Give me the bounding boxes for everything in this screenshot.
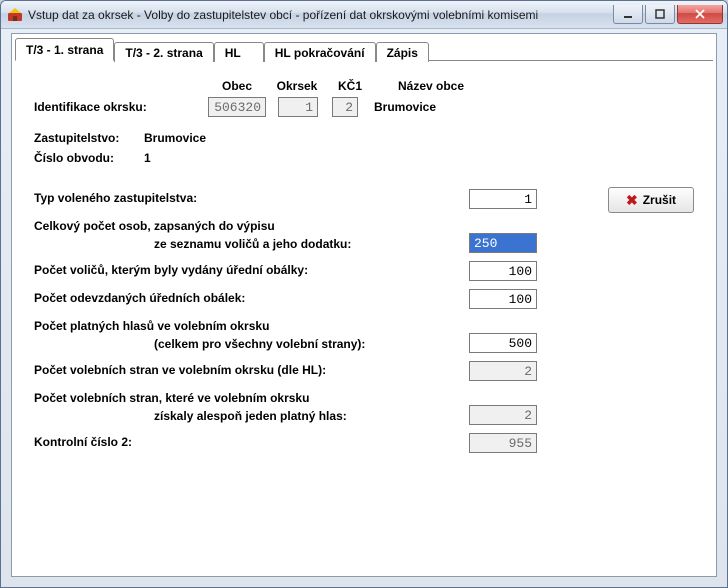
row-osoby: Celkový počet osob, zapsaných do výpisu … — [34, 217, 694, 253]
maximize-button[interactable] — [645, 5, 675, 24]
zast-label: Zastupitelstvo: — [34, 131, 144, 145]
kc2-label: Kontrolní číslo 2: — [34, 433, 469, 451]
minimize-button[interactable] — [613, 5, 643, 24]
obalky-odevzdane-label: Počet odevzdaných úředních obálek: — [34, 289, 469, 307]
titlebar[interactable]: Vstup dat za okrsek - Volby do zastupite… — [1, 1, 727, 29]
app-icon — [7, 7, 23, 23]
typ-field[interactable] — [469, 189, 537, 209]
row-kc2: Kontrolní číslo 2: — [34, 433, 694, 453]
row-obalky-odevzdane: Počet odevzdaných úředních obálek: — [34, 289, 694, 309]
hdr-okrsek: Okrsek — [268, 79, 326, 93]
row-strany-hl: Počet volebních stran ve volebním okrsku… — [34, 361, 694, 381]
header-row: Obec Okrsek KČ1 Název obce — [206, 79, 694, 93]
tab-hl-pokr[interactable]: HL pokračování — [264, 42, 376, 62]
typ-label: Typ voleného zastupitelstva: — [34, 189, 469, 207]
obalky-vydane-label: Počet voličů, kterým byly vydány úřední … — [34, 261, 469, 279]
tab-t3-2[interactable]: T/3 - 2. strana — [114, 42, 213, 62]
hlasy-label: Počet platných hlasů ve volebním okrsku … — [34, 317, 469, 353]
client-area: T/3 - 1. strana T/3 - 2. strana HL HL po… — [11, 33, 717, 577]
window-controls — [613, 5, 723, 24]
obvod-row: Číslo obvodu: 1 — [34, 151, 694, 165]
zast-row: Zastupitelstvo: Brumovice — [34, 131, 694, 145]
page-content: Obec Okrsek KČ1 Název obce Identifikace … — [12, 61, 716, 471]
okrsek-field — [278, 97, 318, 117]
row-strany-hlas: Počet volebních stran, které ve volebním… — [34, 389, 694, 425]
zast-value: Brumovice — [144, 131, 206, 145]
obalky-vydane-field[interactable] — [469, 261, 537, 281]
hdr-obec: Obec — [206, 79, 268, 93]
obalky-odevzdane-field[interactable] — [469, 289, 537, 309]
app-window: Vstup dat za okrsek - Volby do zastupite… — [0, 0, 728, 588]
strany-hl-field — [469, 361, 537, 381]
window-title: Vstup dat za okrsek - Volby do zastupite… — [28, 8, 613, 22]
hlasy-field[interactable] — [469, 333, 537, 353]
osoby-field[interactable] — [469, 233, 537, 253]
hdr-kc1: KČ1 — [326, 79, 374, 93]
strany-hlas-field — [469, 405, 537, 425]
ident-row: Identifikace okrsku: Brumovice — [34, 97, 694, 117]
row-hlasy: Počet platných hlasů ve volebním okrsku … — [34, 317, 694, 353]
kc2-field — [469, 433, 537, 453]
cancel-x-icon: ✖ — [626, 192, 638, 209]
tab-bar: T/3 - 1. strana T/3 - 2. strana HL HL po… — [12, 34, 716, 60]
kc1-field — [332, 97, 358, 117]
hdr-nazev: Název obce — [374, 79, 484, 93]
close-button[interactable] — [677, 5, 723, 24]
row-typ: Typ voleného zastupitelstva: — [34, 189, 694, 209]
ident-label: Identifikace okrsku: — [34, 100, 169, 114]
row-obalky-vydane: Počet voličů, kterým byly vydány úřední … — [34, 261, 694, 281]
tab-hl[interactable]: HL — [214, 42, 264, 62]
obec-name: Brumovice — [374, 100, 436, 114]
obvod-value: 1 — [144, 151, 151, 165]
form-area: ✖ Zrušit Typ voleného zastupitelstva: Ce… — [34, 189, 694, 453]
cancel-button[interactable]: ✖ Zrušit — [608, 187, 694, 213]
obec-field — [208, 97, 266, 117]
osoby-label: Celkový počet osob, zapsaných do výpisu … — [34, 217, 469, 253]
strany-hl-label: Počet volebních stran ve volebním okrsku… — [34, 361, 469, 379]
strany-hlas-label: Počet volebních stran, které ve volebním… — [34, 389, 469, 425]
cancel-label: Zrušit — [643, 193, 676, 207]
obvod-label: Číslo obvodu: — [34, 151, 144, 165]
tab-t3-1[interactable]: T/3 - 1. strana — [15, 38, 114, 61]
tab-zapis[interactable]: Zápis — [376, 42, 429, 62]
